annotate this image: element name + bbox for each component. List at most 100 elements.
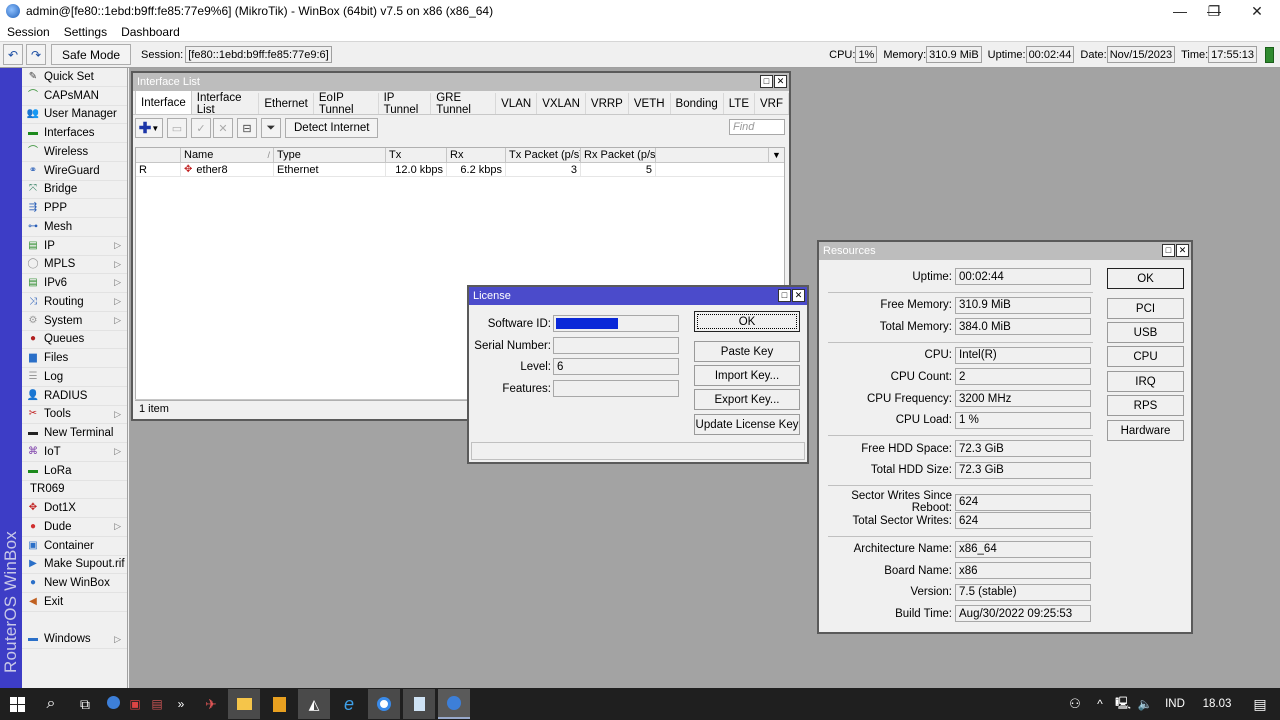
disable-button[interactable]: ✕ (213, 118, 233, 138)
tab-gre-tunnel[interactable]: GRE Tunnel (431, 92, 497, 116)
taskbar-app-3[interactable]: ▤ (146, 697, 168, 711)
undo-button[interactable]: ↶ (3, 44, 23, 65)
sidebar-item-container[interactable]: ▣ Container (22, 537, 127, 556)
close-icon[interactable]: ✕ (792, 289, 805, 302)
sidebar-item-make-supout-rif[interactable]: ▶ Make Supout.rif (22, 556, 127, 575)
rps-button[interactable]: RPS (1107, 395, 1184, 416)
tab-eoip-tunnel[interactable]: EoIP Tunnel (314, 92, 379, 116)
find-input[interactable]: Find (729, 119, 785, 135)
volume-icon[interactable]: 🔈 (1134, 697, 1156, 711)
sidebar-item-bridge[interactable]: ⤧ Bridge (22, 181, 127, 200)
ok-button[interactable]: OK (1107, 268, 1184, 289)
tab-bonding[interactable]: Bonding (671, 93, 724, 114)
sidebar-item-tr069[interactable]: TR069 (22, 481, 127, 500)
sidebar-item-queues[interactable]: ● Queues (22, 331, 127, 350)
hardware-button[interactable]: Hardware (1107, 420, 1184, 441)
export-key-button[interactable]: Export Key... (694, 389, 800, 410)
column-menu-icon[interactable]: ▼ (768, 148, 784, 162)
taskbar-app-5[interactable] (263, 689, 295, 719)
license-features-field[interactable] (553, 380, 679, 397)
usb-button[interactable]: USB (1107, 322, 1184, 343)
sidebar-item-ppp[interactable]: ⇶ PPP (22, 199, 127, 218)
start-button[interactable] (0, 688, 34, 720)
sidebar-item-radius[interactable]: 👤 RADIUS (22, 387, 127, 406)
license-level-field[interactable]: 6 (553, 358, 679, 375)
tab-ethernet[interactable]: Ethernet (259, 93, 314, 114)
sidebar-item-interfaces[interactable]: ▬ Interfaces (22, 124, 127, 143)
table-row[interactable]: R ✥ ether8 Ethernet 12.0 kbps 6.2 kbps 3 5 (136, 163, 784, 177)
sidebar-item-new-terminal[interactable]: ▬ New Terminal (22, 424, 127, 443)
people-icon[interactable]: ⚇ (1062, 696, 1088, 712)
taskbar-app-6[interactable]: ◭ (298, 689, 330, 719)
sidebar-item-windows[interactable]: ▬ Windows ▷ (22, 631, 127, 650)
tab-vxlan[interactable]: VXLAN (537, 93, 586, 114)
detect-internet-button[interactable]: Detect Internet (285, 118, 379, 138)
redo-button[interactable]: ↷ (26, 44, 46, 65)
column-header-flags[interactable] (136, 148, 181, 162)
tab-vlan[interactable]: VLAN (496, 93, 538, 114)
tab-interface[interactable]: Interface (135, 90, 192, 114)
close-icon[interactable]: ✕ (1176, 244, 1189, 257)
maximize-icon[interactable]: □ (760, 75, 773, 88)
tab-lte[interactable]: LTE (724, 93, 755, 114)
maximize-icon[interactable]: □ (1162, 244, 1175, 257)
search-button[interactable]: ⌕ (34, 695, 68, 713)
sidebar-item-quick-set[interactable]: ✎ Quick Set (22, 68, 127, 87)
ok-button[interactable]: OK (694, 311, 800, 332)
sidebar-item-exit[interactable]: ◀ Exit (22, 593, 127, 612)
license-serial-number-field[interactable] (553, 337, 679, 354)
taskbar-winbox-small[interactable] (102, 696, 124, 712)
sidebar-item-wireless[interactable]: ⌒ Wireless (22, 143, 127, 162)
import-key-button[interactable]: Import Key... (694, 365, 800, 386)
sidebar-item-mpls[interactable]: ◯ MPLS ▷ (22, 256, 127, 275)
update-license-key-button[interactable]: Update License Key (694, 414, 800, 435)
pci-button[interactable]: PCI (1107, 298, 1184, 319)
close-icon[interactable]: ✕ (1237, 0, 1277, 22)
sidebar-item-new-winbox[interactable]: ● New WinBox (22, 574, 127, 593)
session-field[interactable]: [fe80::1ebd:b9ff:fe85:77e9:6] (185, 46, 332, 63)
sidebar-item-system[interactable]: ⚙ System ▷ (22, 312, 127, 331)
sidebar-item-mesh[interactable]: ⊶ Mesh (22, 218, 127, 237)
taskbar-chrome[interactable] (368, 689, 400, 719)
menu-dashboard[interactable]: Dashboard (114, 25, 187, 39)
taskbar-winbox-active[interactable] (438, 689, 470, 719)
sidebar-item-files[interactable]: ▆ Files (22, 349, 127, 368)
paste-key-button[interactable]: Paste Key (694, 341, 800, 362)
sidebar-item-wireguard[interactable]: ⚭ WireGuard (22, 162, 127, 181)
license-titlebar[interactable]: License □ ✕ (469, 287, 807, 305)
taskbar-internet-explorer[interactable]: e (333, 689, 365, 719)
add-button[interactable]: ✚ ▼ (135, 118, 163, 138)
tab-veth[interactable]: VETH (629, 93, 671, 114)
tab-ip-tunnel[interactable]: IP Tunnel (379, 92, 432, 116)
taskbar-app-2[interactable]: ▣ (124, 697, 146, 711)
column-header-tx[interactable]: Tx (386, 148, 447, 162)
tab-vrf[interactable]: VRF (755, 93, 789, 114)
irq-button[interactable]: IRQ (1107, 371, 1184, 392)
column-header-rx-packet[interactable]: Rx Packet (p/s) (581, 148, 656, 162)
menu-session[interactable]: Session (0, 25, 57, 39)
license-software-id-field[interactable] (553, 315, 679, 332)
column-header-name[interactable]: Name / (181, 148, 274, 162)
column-header-tx-packet[interactable]: Tx Packet (p/s) (506, 148, 581, 162)
remove-button[interactable]: ▭ (167, 118, 187, 138)
restore-icon[interactable]: ❐ (1194, 0, 1234, 22)
sidebar-item-dude[interactable]: ● Dude ▷ (22, 518, 127, 537)
taskbar-notepad[interactable] (403, 689, 435, 719)
taskbar-file-explorer[interactable] (228, 689, 260, 719)
language-indicator[interactable]: IND (1156, 698, 1194, 710)
show-hidden-icons[interactable]: ^ (1088, 697, 1112, 711)
sidebar-item-log[interactable]: ☰ Log (22, 368, 127, 387)
enable-button[interactable]: ✓ (191, 118, 211, 138)
taskbar-clock[interactable]: 18.03 (1194, 698, 1240, 710)
column-header-type[interactable]: Type (274, 148, 386, 162)
comment-button[interactable]: ⊟ (237, 118, 257, 138)
filter-button[interactable]: ⏷ (261, 118, 281, 138)
sidebar-item-user-manager[interactable]: 👥 User Manager (22, 106, 127, 125)
sidebar-item-capsman[interactable]: ⌒ CAPsMAN (22, 87, 127, 106)
cpu-button[interactable]: CPU (1107, 346, 1184, 367)
tab-interface-list[interactable]: Interface List (192, 92, 260, 116)
sidebar-item-ip[interactable]: ▤ IP ▷ (22, 237, 127, 256)
network-icon[interactable]: 🖳 (1112, 694, 1134, 715)
column-header-rx[interactable]: Rx (447, 148, 506, 162)
taskbar-overflow-button[interactable]: » (168, 697, 194, 711)
